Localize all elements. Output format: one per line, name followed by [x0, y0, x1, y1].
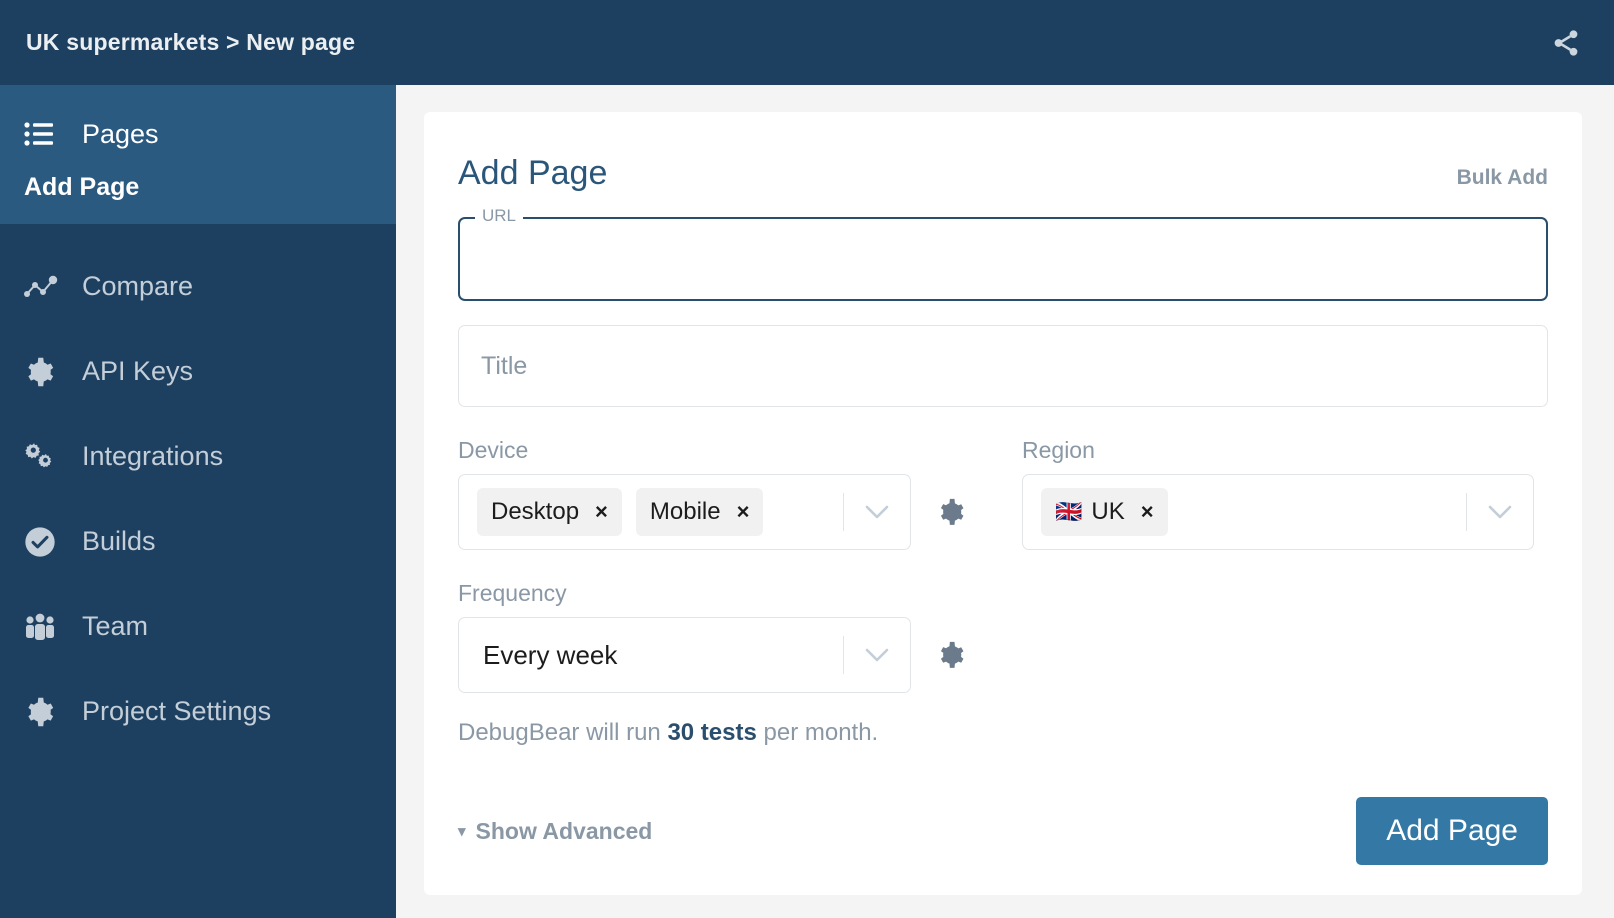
device-region-row: Device Desktop × Mobile × Region 🇬🇧 UK × — [458, 437, 1548, 550]
chip-label: Desktop — [491, 498, 580, 525]
chip-desktop: Desktop × — [477, 488, 622, 536]
region-select-line: 🇬🇧 UK × — [1022, 474, 1548, 550]
region-field-group: Region 🇬🇧 UK × — [1022, 437, 1548, 550]
add-page-button[interactable]: Add Page — [1356, 797, 1548, 865]
sidebar-item-label: Project Settings — [82, 696, 272, 726]
device-select[interactable]: Desktop × Mobile × — [458, 474, 911, 550]
helper-emphasis: 30 tests — [667, 719, 757, 746]
card-footer: ▾ Show Advanced Add Page — [458, 797, 1548, 865]
chevron-down-icon[interactable] — [844, 647, 910, 663]
sidebar-item-label: Compare — [82, 271, 194, 301]
add-page-card: Add Page Bulk Add URL Device Desktop × M… — [424, 112, 1582, 895]
sidebar-item-pages[interactable]: Pages — [0, 103, 396, 165]
breadcrumb: UK supermarkets > New page — [26, 29, 356, 55]
device-chip-list: Desktop × Mobile × — [477, 488, 843, 536]
sidebar-item-label: Pages — [82, 118, 159, 149]
chip-label: UK — [1091, 498, 1125, 525]
frequency-select[interactable]: Every week — [458, 617, 911, 693]
title-input[interactable] — [458, 325, 1548, 407]
sidebar-item-label: Builds — [82, 526, 156, 556]
top-bar: UK supermarkets > New page — [0, 0, 1614, 85]
helper-prefix: DebugBear will run — [458, 719, 668, 746]
show-advanced-toggle[interactable]: ▾ Show Advanced — [458, 818, 652, 845]
sidebar-item-label: Integrations — [82, 441, 224, 471]
list-icon — [24, 121, 70, 147]
chip-remove-icon[interactable]: × — [737, 499, 750, 525]
trend-dots-icon — [24, 274, 70, 300]
sidebar: Pages Add Page Compare API Keys Integrat… — [0, 85, 396, 918]
sidebar-group-pages: Pages Add Page — [0, 85, 396, 224]
sidebar-item-integrations[interactable]: Integrations — [0, 414, 396, 499]
people-icon — [24, 613, 70, 641]
sidebar-item-team[interactable]: Team — [0, 584, 396, 669]
sidebar-item-builds[interactable]: Builds — [0, 499, 396, 584]
uk-flag-icon: 🇬🇧 — [1055, 499, 1083, 524]
sidebar-item-project-settings[interactable]: Project Settings — [0, 669, 396, 754]
url-label: URL — [475, 206, 524, 226]
share-icon[interactable] — [1544, 21, 1588, 65]
card-header: Add Page Bulk Add — [458, 154, 1548, 193]
tests-per-month-helper: DebugBear will run 30 tests per month. — [458, 719, 1548, 747]
frequency-row: Frequency Every week — [458, 580, 1548, 693]
sidebar-group-main: Compare API Keys Integrations Builds Tea… — [0, 224, 396, 754]
region-label: Region — [1022, 437, 1095, 463]
chip-remove-icon[interactable]: × — [595, 499, 608, 525]
device-select-line: Desktop × Mobile × — [458, 474, 970, 550]
frequency-select-line: Every week — [458, 617, 970, 693]
device-field-group: Device Desktop × Mobile × — [458, 437, 970, 550]
chevron-down-icon[interactable] — [844, 504, 910, 520]
device-settings-gear-icon[interactable] — [931, 492, 970, 532]
page-title: Add Page — [458, 154, 608, 192]
triangle-down-icon: ▾ — [458, 822, 466, 840]
sidebar-item-label: API Keys — [82, 356, 194, 386]
chip-mobile: Mobile × — [635, 488, 764, 536]
sidebar-item-api-keys[interactable]: API Keys — [0, 329, 396, 414]
chevron-down-icon[interactable] — [1467, 504, 1533, 520]
region-chip-list: 🇬🇧 UK × — [1041, 488, 1466, 536]
sidebar-item-label: Team — [82, 611, 149, 641]
helper-suffix: per month. — [756, 719, 879, 746]
chip-remove-icon[interactable]: × — [1141, 499, 1154, 525]
sidebar-item-add-page[interactable]: Add Page — [0, 165, 396, 202]
check-circle-icon — [24, 526, 70, 558]
frequency-settings-gear-icon[interactable] — [931, 635, 970, 675]
frequency-field-group: Frequency Every week — [458, 580, 970, 693]
bulk-add-link[interactable]: Bulk Add — [1457, 166, 1548, 190]
region-select[interactable]: 🇬🇧 UK × — [1022, 474, 1534, 550]
device-label: Device — [458, 437, 529, 463]
frequency-value: Every week — [483, 639, 618, 670]
gears-icon — [24, 442, 70, 472]
sidebar-item-compare[interactable]: Compare — [0, 244, 396, 329]
url-input[interactable] — [458, 217, 1548, 301]
url-field-wrapper: URL — [458, 206, 1548, 301]
gear-icon — [24, 357, 70, 387]
chip-uk: 🇬🇧 UK × — [1041, 488, 1168, 536]
chip-label: Mobile — [649, 498, 721, 525]
frequency-label: Frequency — [458, 580, 567, 606]
show-advanced-label: Show Advanced — [475, 817, 653, 844]
gear-icon — [24, 697, 70, 727]
